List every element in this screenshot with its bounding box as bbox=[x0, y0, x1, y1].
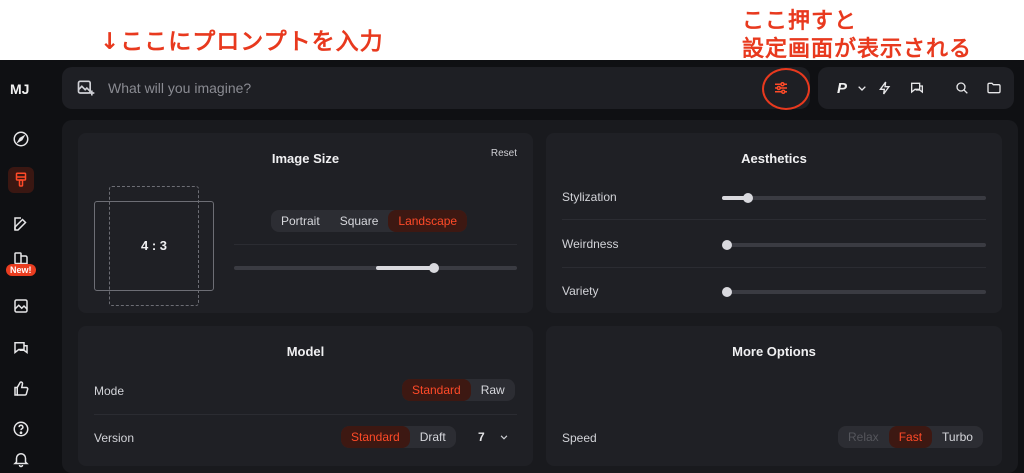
version-selector: Standard Draft bbox=[341, 426, 456, 448]
bell-icon[interactable] bbox=[10, 448, 32, 470]
version-draft[interactable]: Draft bbox=[410, 426, 456, 448]
speed-relax[interactable]: Relax bbox=[838, 426, 889, 448]
version-number[interactable]: 7 bbox=[478, 430, 485, 444]
speed-turbo[interactable]: Turbo bbox=[932, 426, 983, 448]
image-size-slider-thumb[interactable] bbox=[429, 263, 439, 273]
brush-icon[interactable] bbox=[8, 167, 34, 193]
help-icon[interactable] bbox=[10, 418, 32, 440]
version-label: Version bbox=[94, 431, 135, 445]
personalize-button[interactable]: P bbox=[832, 78, 852, 98]
orientation-portrait[interactable]: Portrait bbox=[271, 210, 330, 232]
settings-panel: Image Size Reset 4 : 3 Portrait Square L… bbox=[62, 120, 1018, 473]
annotation-settings-hint-line2: 設定画面が表示される bbox=[742, 37, 973, 62]
image-size-slider[interactable] bbox=[234, 263, 517, 273]
divider bbox=[562, 219, 986, 220]
aesthetics-title: Aesthetics bbox=[741, 151, 807, 166]
divider bbox=[94, 414, 517, 415]
compass-icon[interactable] bbox=[10, 128, 32, 150]
image-size-card: Image Size Reset 4 : 3 Portrait Square L… bbox=[78, 133, 533, 313]
app-window: MJ New! What will you imagine? P Image S… bbox=[0, 60, 1024, 473]
variety-slider-thumb[interactable] bbox=[722, 287, 732, 297]
mode-raw[interactable]: Raw bbox=[471, 379, 515, 401]
stylization-slider-thumb[interactable] bbox=[743, 193, 754, 203]
more-options-title: More Options bbox=[732, 344, 816, 359]
search-icon[interactable] bbox=[952, 78, 972, 98]
mode-standard[interactable]: Standard bbox=[402, 379, 471, 401]
orientation-landscape[interactable]: Landscape bbox=[388, 210, 468, 232]
sidebar: MJ New! bbox=[0, 60, 44, 473]
ratio-value: 4 : 3 bbox=[140, 238, 167, 253]
weirdness-slider-thumb[interactable] bbox=[722, 240, 732, 250]
chevron-down-icon[interactable] bbox=[852, 78, 872, 98]
thumbs-up-icon[interactable] bbox=[10, 378, 32, 400]
toolbar: P bbox=[818, 67, 1014, 109]
orientation-selector: Portrait Square Landscape bbox=[271, 210, 468, 232]
variety-label: Variety bbox=[562, 284, 599, 298]
logo[interactable]: MJ bbox=[10, 81, 29, 97]
settings-button[interactable] bbox=[765, 73, 797, 103]
chat-icon[interactable] bbox=[10, 337, 32, 359]
stylization-label: Stylization bbox=[562, 190, 617, 204]
image-size-title: Image Size bbox=[271, 151, 340, 166]
image-icon[interactable] bbox=[10, 295, 32, 317]
more-options-card: More Options Speed Relax Fast Turbo bbox=[546, 326, 1002, 466]
model-title: Model bbox=[286, 344, 325, 359]
mode-label: Mode bbox=[94, 384, 125, 398]
lightning-icon[interactable] bbox=[875, 78, 895, 98]
version-standard[interactable]: Standard bbox=[341, 426, 410, 448]
chevron-down-icon[interactable] bbox=[497, 429, 511, 443]
add-image-icon[interactable] bbox=[76, 78, 96, 98]
folder-icon[interactable] bbox=[984, 78, 1004, 98]
orientation-square[interactable]: Square bbox=[330, 210, 389, 232]
sliders-icon bbox=[775, 82, 787, 94]
speed-selector: Relax Fast Turbo bbox=[838, 426, 983, 448]
variety-slider[interactable] bbox=[722, 287, 986, 297]
speed-fast[interactable]: Fast bbox=[888, 426, 933, 448]
aesthetics-card: Aesthetics Stylization Weirdness Variety bbox=[546, 133, 1002, 313]
annotation-prompt-hint: ↓ここにプロンプトを入力 bbox=[100, 29, 384, 55]
weirdness-label: Weirdness bbox=[562, 237, 619, 251]
prompt-bar bbox=[62, 67, 810, 110]
chat-tool-icon[interactable] bbox=[907, 78, 927, 98]
stylization-slider[interactable] bbox=[722, 193, 986, 203]
model-card: Model Mode Standard Raw Version Standard… bbox=[78, 326, 533, 466]
divider bbox=[234, 244, 517, 245]
new-badge: New! bbox=[6, 264, 36, 276]
prompt-input[interactable] bbox=[108, 78, 748, 98]
image-size-slider-fill bbox=[376, 266, 433, 270]
reset-button[interactable]: Reset bbox=[491, 148, 517, 159]
weirdness-slider[interactable] bbox=[722, 240, 986, 250]
mode-selector: Standard Raw bbox=[402, 379, 515, 401]
divider bbox=[562, 267, 986, 268]
edit-icon[interactable] bbox=[10, 213, 32, 235]
personalize-label: P bbox=[836, 79, 847, 97]
speed-label: Speed bbox=[562, 431, 597, 445]
